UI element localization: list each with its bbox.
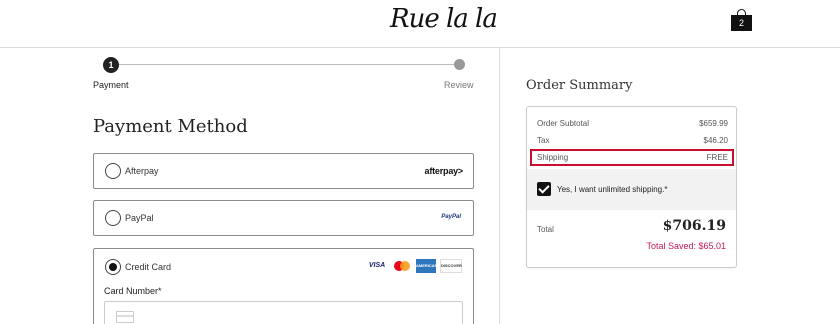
total-saved: Total Saved: $65.01 (646, 241, 726, 251)
site-header: Rue la la 2 (0, 0, 840, 48)
step-payment-indicator: 1 (103, 57, 119, 73)
payment-option-credit-card[interactable]: Credit Card VISA AMERICAN EXPRESS DISCOV… (93, 248, 474, 324)
total-label: Total (537, 225, 554, 234)
paypal-radio[interactable] (105, 210, 121, 226)
subtotal-row: Order Subtotal $659.99 (537, 119, 728, 128)
stepper-line (112, 64, 460, 65)
step-review-indicator (454, 59, 465, 70)
payment-option-paypal[interactable]: PayPal PayPal (93, 200, 474, 236)
discover-icon: DISCOVER (440, 259, 462, 273)
order-summary-title: Order Summary (526, 78, 633, 93)
card-number-input[interactable] (104, 301, 463, 324)
afterpay-radio[interactable] (105, 163, 121, 179)
unlimited-shipping-checkbox[interactable] (537, 182, 551, 196)
unlimited-shipping-option[interactable]: Yes, I want unlimited shipping.* (527, 169, 736, 210)
visa-icon: VISA (368, 262, 386, 269)
step-payment-label: Payment (93, 80, 129, 90)
subtotal-label: Order Subtotal (537, 119, 590, 128)
credit-card-label: Credit Card (125, 262, 172, 272)
credit-card-icon (116, 311, 134, 323)
tax-row: Tax $46.20 (537, 136, 728, 145)
order-summary-card: Order Subtotal $659.99 Tax $46.20 Shippi… (526, 106, 737, 268)
afterpay-logo: afterpay> (424, 166, 464, 176)
unlimited-shipping-text: Yes, I want unlimited shipping.* (557, 185, 668, 194)
subtotal-value: $659.99 (699, 119, 728, 128)
credit-card-radio[interactable] (105, 259, 121, 275)
card-number-label: Card Number* (104, 286, 162, 296)
ruelala-logo[interactable]: Rue la la (390, 4, 498, 34)
tax-value: $46.20 (703, 136, 728, 145)
step-review-label: Review (444, 80, 474, 90)
bag-count: 2 (738, 18, 744, 28)
shipping-highlight-box (530, 149, 734, 166)
tax-label: Tax (537, 136, 550, 145)
column-divider (499, 48, 500, 324)
paypal-label: PayPal (125, 213, 154, 223)
payment-method-title: Payment Method (93, 116, 248, 137)
amex-icon: AMERICAN EXPRESS (416, 259, 438, 282)
total-value: $706.19 (662, 218, 726, 234)
mastercard-icon (392, 259, 412, 273)
paypal-logo: PayPal (441, 214, 461, 220)
payment-option-afterpay[interactable]: Afterpay afterpay> (93, 153, 474, 189)
shopping-bag-icon (737, 9, 746, 16)
shopping-bag-button[interactable]: 2 (731, 9, 752, 31)
card-logos: VISA AMERICAN EXPRESS DISCOVER (366, 259, 462, 282)
afterpay-label: Afterpay (125, 166, 159, 176)
